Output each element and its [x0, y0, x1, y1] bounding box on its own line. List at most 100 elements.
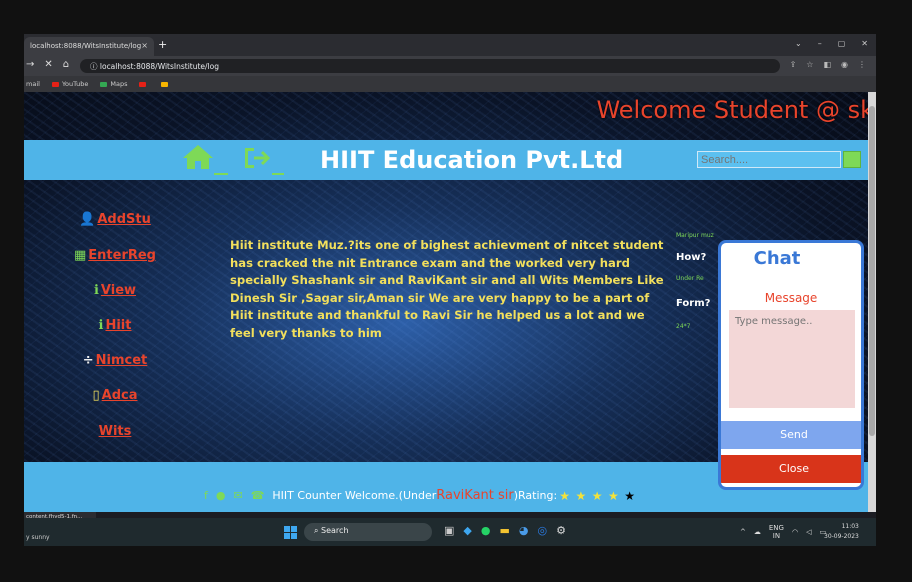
star-icon: ★ [608, 488, 619, 503]
close-button[interactable]: Close [721, 455, 861, 483]
star-icon: ★ [591, 488, 603, 503]
teams-icon[interactable]: ◆ [463, 524, 471, 537]
star-icon: ★ [575, 488, 587, 503]
bookmarks-bar: mail YouTube Maps [24, 76, 876, 92]
how-link[interactable]: How? [676, 252, 706, 263]
home-nav-icon[interactable]: ⌂ [63, 59, 69, 70]
tab-close-icon[interactable]: × [141, 41, 148, 50]
file-explorer-icon[interactable]: ▬ [499, 524, 509, 537]
clock-date: 30-09-2023 [824, 533, 859, 540]
whatsapp-icon[interactable]: ● [481, 524, 491, 537]
settings-icon[interactable]: ⚙ [556, 524, 566, 537]
search-input[interactable] [697, 151, 841, 168]
send-button[interactable]: Send [721, 421, 861, 449]
logout-underline [272, 173, 284, 175]
nav-wits[interactable]: Wits [60, 424, 170, 439]
close-window-icon[interactable]: ✕ [861, 39, 868, 48]
maps-icon [100, 81, 108, 87]
divide-icon: ÷ [82, 353, 94, 368]
clock[interactable]: 11:03 30-09-2023 [824, 522, 859, 542]
register-icon: ▦ [73, 248, 87, 263]
system-tray: ^ ☁ ENG IN ◠ ◁ ▭ [740, 524, 826, 540]
maximize-icon[interactable]: ▢ [838, 39, 846, 48]
footer-text-2: )Rating: [513, 489, 558, 502]
youtube-icon [139, 81, 147, 87]
footer-line: f ● ✉ ☎ HIIT Counter Welcome.(Under Ravi… [204, 488, 635, 503]
browser-tab-bar: localhost:8088/WitsInstitute/log × + ⌄ –… [24, 34, 876, 56]
window-controls: ⌄ – ▢ ✕ [795, 39, 868, 48]
chevron-up-icon[interactable]: ^ [740, 528, 746, 536]
site-info-icon[interactable]: ⓘ [90, 62, 100, 71]
chevron-down-icon[interactable]: ⌄ [795, 39, 802, 48]
site-header: HIIT Education Pvt.Ltd [24, 140, 868, 180]
nav-adca[interactable]: ▯ Adca [60, 388, 170, 403]
nav-addstu[interactable]: 👤 AddStu [60, 212, 170, 227]
sidebar-icon[interactable]: ◧ [823, 60, 831, 69]
mail-icon[interactable]: ✉ [233, 489, 242, 502]
forward-icon[interactable]: → [26, 59, 34, 70]
facebook-icon[interactable]: f [204, 489, 208, 502]
stop-icon[interactable]: ✕ [44, 59, 52, 70]
chrome-icon[interactable]: ◕ [519, 524, 529, 537]
home-underline [214, 173, 228, 175]
new-tab-icon[interactable]: + [158, 38, 167, 51]
location-icon[interactable]: ● [216, 489, 226, 502]
bookmark-youtube-2[interactable] [139, 80, 149, 88]
language-indicator[interactable]: ENG IN [769, 524, 784, 540]
nav-hiit[interactable]: ℹ Hiit [60, 318, 170, 333]
toolbar-icons: ⇪ ☆ ◧ ◉ ⋮ [790, 60, 866, 69]
screen: localhost:8088/WitsInstitute/log × + ⌄ –… [24, 34, 876, 546]
nav-nimcet[interactable]: ÷ Nimcet [60, 353, 170, 368]
footer-text-1: HIIT Counter Welcome.(Under [272, 489, 437, 502]
bookmark-star-icon[interactable]: ☆ [806, 60, 813, 69]
task-view-icon[interactable]: ▣ [444, 524, 454, 537]
address-bar[interactable]: ⓘ localhost:8088/WitsInstitute/log [80, 59, 780, 73]
chat-title: Chat [753, 248, 801, 269]
scrollbar-thumb[interactable] [869, 106, 875, 436]
browser-tab[interactable]: localhost:8088/WitsInstitute/log × [24, 37, 154, 56]
bookmark-youtube[interactable]: YouTube [51, 80, 88, 88]
site-title: HIIT Education Pvt.Ltd [320, 146, 624, 174]
weather-widget[interactable]: y sunny [26, 534, 50, 541]
volume-icon[interactable]: ◁ [806, 528, 811, 536]
edge-icon[interactable]: ◎ [538, 524, 548, 537]
extension-icon [161, 81, 169, 87]
box-icon: ▯ [92, 388, 100, 403]
phone-icon[interactable]: ☎ [251, 489, 265, 502]
bookmark-maps[interactable]: Maps [100, 80, 127, 88]
form-link[interactable]: Form? [676, 298, 710, 309]
info-icon: ℹ [93, 283, 99, 298]
nav-enterreg[interactable]: ▦ EnterReg [60, 248, 170, 263]
cloud-icon[interactable]: ☁ [754, 528, 761, 536]
star-empty-icon: ★ [624, 488, 636, 503]
share-icon[interactable]: ⇪ [790, 60, 797, 69]
right-small-2: Under Re [676, 275, 704, 282]
url-text: localhost:8088/WitsInstitute/log [99, 62, 219, 71]
message-input[interactable] [729, 310, 855, 408]
info-icon: ℹ [98, 318, 104, 333]
address-row: → ✕ ⌂ ⓘ localhost:8088/WitsInstitute/log… [24, 56, 876, 76]
rating-stars: ★ ★ ★ ★ ★ [557, 489, 635, 503]
body-text: Hiit institute Muz.?its one of bighest a… [230, 238, 664, 340]
bookmark-mail[interactable]: mail [26, 80, 40, 88]
menu-icon[interactable]: ⋮ [858, 60, 866, 69]
wifi-icon[interactable]: ◠ [792, 528, 798, 536]
add-user-icon: 👤 [79, 212, 96, 227]
taskbar-search[interactable]: ⌕ Search [304, 523, 432, 541]
bookmark-extra[interactable] [161, 80, 171, 88]
clock-time: 11:03 [841, 523, 859, 530]
right-small-3: 24*7 [676, 323, 691, 330]
star-icon: ★ [559, 488, 570, 503]
home-icon[interactable] [182, 144, 214, 170]
logout-icon[interactable] [242, 146, 274, 170]
nav-view[interactable]: ℹ View [60, 283, 170, 298]
youtube-icon [51, 81, 59, 87]
minimize-icon[interactable]: – [818, 39, 822, 48]
search-button[interactable] [843, 151, 861, 168]
footer-name: RaviKant sir [436, 488, 514, 503]
chat-popup: Chat Message Send Close [718, 240, 864, 490]
start-button[interactable] [284, 526, 297, 539]
profile-icon[interactable]: ◉ [841, 60, 848, 69]
windows-taskbar: y sunny ⌕ Search ▣ ◆ ● ▬ ◕ ◎ ⚙ ^ ☁ ENG IN… [24, 518, 876, 546]
message-label: Message [764, 291, 818, 305]
